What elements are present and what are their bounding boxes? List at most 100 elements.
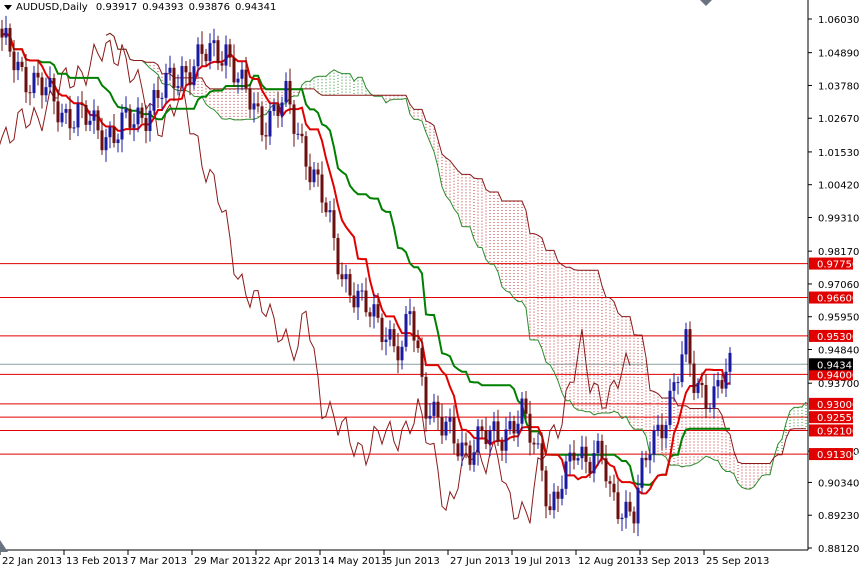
candle-body <box>372 304 376 317</box>
candle-body <box>412 311 416 341</box>
candle-body <box>40 77 44 96</box>
candle-body <box>64 109 68 113</box>
candle-body <box>260 106 264 136</box>
candle-body <box>516 423 520 434</box>
candle-body <box>208 43 212 62</box>
candle-body <box>380 317 384 343</box>
candle-body <box>24 66 28 93</box>
candle-body <box>536 443 540 445</box>
candle-body <box>608 481 612 484</box>
candle-body <box>324 202 328 213</box>
candle-body <box>540 443 544 471</box>
candle-body <box>544 470 548 507</box>
candle-body <box>308 166 312 183</box>
candle-body <box>436 401 440 417</box>
candle-body <box>52 77 56 102</box>
candle-body <box>664 425 668 439</box>
candle-body <box>328 210 332 213</box>
candle-body <box>184 66 188 73</box>
candle-body <box>176 86 180 88</box>
candle-body <box>120 112 124 140</box>
candle-body <box>488 430 492 444</box>
chart-shift-marker-icon[interactable] <box>700 0 712 6</box>
candle-body <box>592 453 596 474</box>
candle-body <box>212 40 216 44</box>
price-chart[interactable]: 1.06030 1.04890 1.03780 1.02670 1.01530 1.004… <box>0 0 860 568</box>
candle-body <box>332 210 336 238</box>
candle-body <box>300 133 304 137</box>
candle-body <box>124 108 128 113</box>
candle-body <box>8 27 12 52</box>
candle-body <box>496 421 500 442</box>
price-tick-label: 0.99310 <box>818 213 859 224</box>
candle-body <box>200 44 204 54</box>
price-tick-label: 0.89230 <box>818 511 859 522</box>
time-tick-label: 25 Sep 2013 <box>706 556 769 567</box>
candle-body <box>484 430 488 444</box>
candle-body <box>196 44 200 67</box>
candle-body <box>116 139 120 144</box>
time-tick-label: 27 Jun 2013 <box>450 556 510 567</box>
candle-body <box>492 421 496 431</box>
candle-body <box>440 416 444 436</box>
candle-body <box>252 103 256 110</box>
candle-body <box>204 53 208 62</box>
candle-body <box>640 457 644 488</box>
candle-body <box>720 380 724 389</box>
candle-body <box>416 340 420 349</box>
candle-body <box>48 77 52 88</box>
candle-body <box>320 174 324 203</box>
candle-body <box>284 80 288 103</box>
candle-body <box>696 382 700 393</box>
candle-body <box>588 461 592 474</box>
candle-body <box>36 72 40 78</box>
candle-body <box>316 169 320 175</box>
scroll-corner-icon <box>0 540 8 552</box>
candle-body <box>424 376 428 419</box>
candle-body <box>528 413 532 443</box>
candle-body <box>400 346 404 361</box>
candle-body <box>292 104 296 134</box>
candle-body <box>148 110 152 131</box>
candle-body <box>556 491 560 499</box>
candle-body <box>532 442 536 445</box>
candle-body <box>604 458 608 482</box>
candle-body <box>56 101 60 123</box>
candle-body <box>560 488 564 499</box>
candle-body <box>220 63 224 66</box>
candle-body <box>568 452 572 462</box>
candle-body <box>672 382 676 391</box>
candle-body <box>656 424 660 431</box>
candle-body <box>72 127 76 129</box>
candle-body <box>92 110 96 121</box>
candle-body <box>472 452 476 465</box>
price-tick-label: 0.98170 <box>818 247 859 258</box>
level-price-tag: 0.91300 <box>817 450 858 461</box>
candle-body <box>404 314 408 347</box>
candle-body <box>628 501 632 512</box>
candle-body <box>508 421 512 430</box>
level-price-tag: 0.92550 <box>817 413 858 424</box>
candle-body <box>188 72 192 86</box>
candle-body <box>304 136 308 167</box>
candle-body <box>596 440 600 454</box>
candle-body <box>180 66 184 87</box>
candle-body <box>248 88 252 110</box>
candle-body <box>152 89 156 111</box>
time-tick-label: 22 Jan 2013 <box>2 556 62 567</box>
candle-body <box>620 517 624 520</box>
candle-body <box>232 57 236 83</box>
candle-body <box>140 107 144 118</box>
candle-body <box>712 386 716 408</box>
candle-body <box>156 89 160 99</box>
time-tick-label: 13 Feb 2013 <box>66 556 128 567</box>
level-price-tag: 0.96600 <box>817 294 858 305</box>
candle-body <box>144 117 148 131</box>
price-tick-label: 1.03780 <box>818 81 859 92</box>
candle-body <box>280 102 284 116</box>
candle-body <box>368 312 372 317</box>
candle-body <box>384 339 388 343</box>
candle-body <box>76 103 80 128</box>
candle-body <box>312 169 316 183</box>
price-tick-label: 0.97060 <box>818 280 859 291</box>
